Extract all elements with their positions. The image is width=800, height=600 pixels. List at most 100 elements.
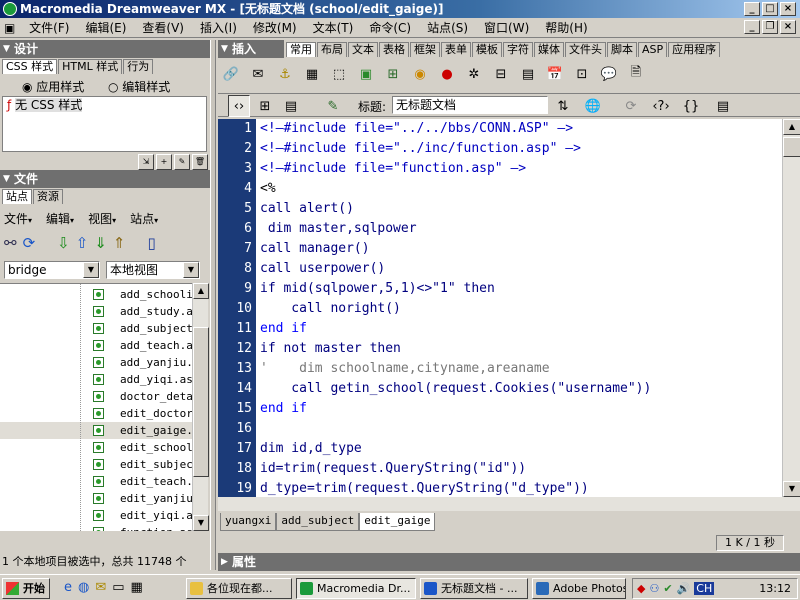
code-line[interactable]: 1 <!—#include file="../../bbs/CONN.ASP" —… (218, 119, 782, 139)
file-row[interactable]: edit_teach.a (0, 473, 192, 490)
code-line[interactable]: 9 if mid(sqlpower,5,1)<>"1" then (218, 279, 782, 299)
scroll-thumb[interactable] (783, 137, 800, 157)
file-row[interactable]: add_yanjiu.a (0, 354, 192, 371)
table-icon[interactable]: ▦ (301, 63, 323, 85)
file-row[interactable]: edit_subject (0, 456, 192, 473)
flash-icon[interactable]: ◉ (409, 63, 431, 85)
code-navigation-icon[interactable]: {} (680, 95, 702, 117)
refresh-icon[interactable]: ⟳ (23, 234, 36, 256)
insert-tab-9[interactable]: 文件头 (565, 42, 606, 57)
taskbar-task-1[interactable]: Macromedia Dr... (296, 578, 416, 599)
rule-icon[interactable]: ▤ (517, 63, 539, 85)
maximize-button[interactable]: □ (762, 2, 778, 16)
doc-restore-button[interactable]: ❐ (762, 20, 778, 34)
no-css-item[interactable]: 无 CSS 样式 (15, 98, 83, 112)
network-icon[interactable]: ⚇ (649, 582, 659, 595)
desktop-icon[interactable]: ▭ (112, 580, 124, 595)
tag-chooser-icon[interactable]: ⊟ (490, 63, 512, 85)
code-line[interactable]: 13 ' dim schoolname,cityname,areaname (218, 359, 782, 379)
code-horizontal-scrollbar[interactable] (218, 497, 800, 511)
file-row[interactable]: add_subject. (0, 320, 192, 337)
code-line[interactable]: 17 dim id,d_type (218, 439, 782, 459)
code-line[interactable]: 8 call userpower() (218, 259, 782, 279)
file-tree-scrollbar[interactable]: ▲ ▼ (192, 283, 209, 531)
code-line[interactable]: 6 dim master,sqlpower (218, 219, 782, 239)
security-icon[interactable]: ✔ (663, 582, 672, 595)
file-row[interactable]: edit_doctor. (0, 405, 192, 422)
properties-panel-header[interactable]: ▶ 属性 (218, 553, 800, 571)
file-row[interactable]: edit_gaige.a (0, 422, 192, 439)
design-panel-header[interactable]: ▼ 设计 (0, 40, 210, 58)
design-tab-1[interactable]: HTML 样式 (58, 59, 123, 74)
menu-item-7[interactable]: 站点(S) (419, 18, 476, 38)
expand-site-icon[interactable]: ▯ (147, 234, 155, 256)
view-select[interactable]: 本地视图 ▼ (106, 261, 200, 279)
antivirus-icon[interactable]: ◆ (637, 582, 645, 595)
insert-tab-6[interactable]: 模板 (472, 42, 502, 57)
files-menu-3[interactable]: 站点▾ (130, 210, 158, 228)
files-menu-2[interactable]: 视图▾ (88, 210, 116, 228)
code-line[interactable]: 3 <!—#include file="function.asp" —> (218, 159, 782, 179)
insert-tab-3[interactable]: 表格 (379, 42, 409, 57)
menu-item-8[interactable]: 窗口(W) (476, 18, 537, 38)
code-line[interactable]: 7 call manager() (218, 239, 782, 259)
date-icon[interactable]: ✲ (463, 63, 485, 85)
code-editor[interactable]: 1 <!—#include file="../../bbs/CONN.ASP" —… (218, 119, 782, 497)
menu-item-1[interactable]: 编辑(E) (77, 18, 134, 38)
design-tab-0[interactable]: CSS 样式 (2, 59, 58, 74)
menu-item-4[interactable]: 修改(M) (245, 18, 305, 38)
code-line[interactable]: 5 call alert() (218, 199, 782, 219)
edit-style-radio[interactable]: ○ 编辑样式 (108, 78, 170, 95)
file-row[interactable]: add_study.as (0, 303, 192, 320)
css-style-list[interactable]: ƒ 无 CSS 样式 (2, 96, 207, 152)
files-panel-header[interactable]: ▼ 文件 (0, 170, 210, 188)
view-options-icon[interactable]: ▤ (712, 95, 734, 117)
ime-icon[interactable]: CH (694, 582, 715, 595)
edit-style-icon[interactable]: ✎ (174, 154, 190, 170)
refresh-design-icon[interactable]: ⟳ (620, 95, 642, 117)
get-file-icon[interactable]: ⇩ (57, 234, 70, 256)
shockwave-icon[interactable]: ● (436, 63, 458, 85)
code-line[interactable]: 4 <% (218, 179, 782, 199)
files-tab-1[interactable]: 资源 (33, 189, 63, 204)
insert-tab-11[interactable]: ASP (638, 42, 668, 57)
code-view-icon[interactable]: ‹› (228, 95, 250, 117)
files-tab-0[interactable]: 站点 (2, 189, 32, 204)
apply-style-radio[interactable]: ◉ 应用样式 (22, 78, 84, 95)
check-out-icon[interactable]: ⇓ (94, 234, 107, 256)
taskbar-task-2[interactable]: 无标题文档 - ... (420, 578, 528, 599)
file-row[interactable]: edit_yiqi.as (0, 507, 192, 524)
taskbar-task-3[interactable]: Adobe Photos... (532, 578, 626, 599)
file-tree[interactable]: add_schoolin add_study.as add_subject. add_… (0, 283, 192, 531)
ie-icon[interactable]: e (64, 580, 72, 595)
check-in-icon[interactable]: ⇑ (113, 234, 126, 256)
file-row[interactable]: edit_yanjiu. (0, 490, 192, 507)
volume-icon[interactable]: 🔊 (677, 582, 691, 595)
file-row[interactable]: doctor_detai (0, 388, 192, 405)
server-include-icon[interactable]: 🗎 (625, 63, 647, 85)
panel-splitter[interactable] (210, 40, 216, 570)
minimize-button[interactable]: _ (744, 2, 760, 16)
layer-icon[interactable]: ⬚ (328, 63, 350, 85)
image-placeholder-icon[interactable]: ⊞ (382, 63, 404, 85)
outlook-icon[interactable]: ✉ (95, 580, 106, 595)
insert-tab-7[interactable]: 字符 (503, 42, 533, 57)
doc-minimize-button[interactable]: _ (744, 20, 760, 34)
taskbar-task-0[interactable]: 各位现在都... (186, 578, 292, 599)
scroll-down-icon[interactable]: ▼ (783, 481, 800, 497)
code-line[interactable]: 19 d_type=trim(request.QueryString("d_typ… (218, 479, 782, 497)
file-row[interactable]: add_yiqi.asp (0, 371, 192, 388)
site-select[interactable]: bridge ▼ (4, 261, 100, 279)
file-management-icon[interactable]: ⇅ (552, 95, 574, 117)
explorer-icon[interactable]: ◍ (78, 580, 89, 595)
code-line[interactable]: 12 if not master then (218, 339, 782, 359)
code-line[interactable]: 11 end if (218, 319, 782, 339)
connect-icon[interactable]: ⚯ (4, 234, 17, 256)
scroll-down-icon[interactable]: ▼ (193, 515, 209, 531)
code-vertical-scrollbar[interactable]: ▲ ▼ (782, 119, 800, 497)
page-title-input[interactable]: 无标题文档 (392, 96, 548, 114)
file-row[interactable]: add_schoolin (0, 286, 192, 303)
document-tab-0[interactable]: yuangxi (220, 513, 277, 531)
put-file-icon[interactable]: ⇧ (76, 234, 89, 256)
document-tab-2[interactable]: edit_gaige (359, 513, 436, 531)
